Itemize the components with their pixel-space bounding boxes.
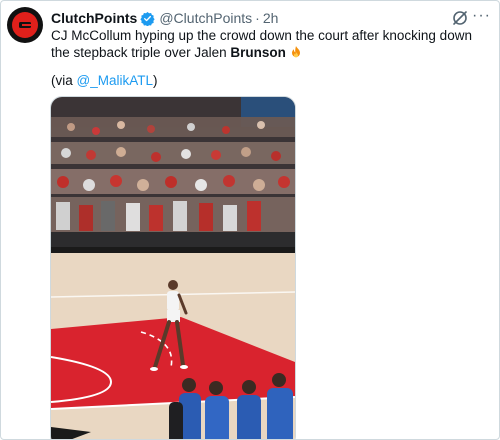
credit-line: (via @_MalikATL) bbox=[51, 73, 158, 89]
credit-prefix: (via bbox=[51, 73, 77, 88]
avatar[interactable] bbox=[7, 7, 43, 43]
tweet-text-bold[interactable]: Brunson bbox=[230, 45, 286, 60]
timestamp[interactable]: 2h bbox=[263, 9, 279, 27]
separator-dot: · bbox=[255, 10, 260, 26]
more-options-icon[interactable]: ··· bbox=[472, 7, 491, 25]
fire-emoji-icon bbox=[289, 45, 303, 59]
verified-badge-icon bbox=[140, 11, 155, 26]
tweet-card[interactable]: ClutchPoints @ClutchPoints · 2h ··· CJ M… bbox=[0, 0, 500, 440]
tweet-text: CJ McCollum hyping up the crowd down the… bbox=[51, 28, 491, 61]
handle[interactable]: @ClutchPoints bbox=[159, 9, 252, 27]
video-frame bbox=[51, 97, 295, 439]
display-name[interactable]: ClutchPoints bbox=[51, 9, 137, 27]
crowd bbox=[51, 117, 295, 232]
credit-suffix: ) bbox=[153, 73, 158, 88]
clutchpoints-logo-icon bbox=[12, 12, 38, 38]
tweet-header: ClutchPoints @ClutchPoints · 2h bbox=[51, 9, 459, 27]
video-media[interactable] bbox=[50, 96, 296, 439]
grok-icon[interactable] bbox=[451, 9, 469, 27]
credit-mention-link[interactable]: @_MalikATL bbox=[77, 73, 153, 88]
